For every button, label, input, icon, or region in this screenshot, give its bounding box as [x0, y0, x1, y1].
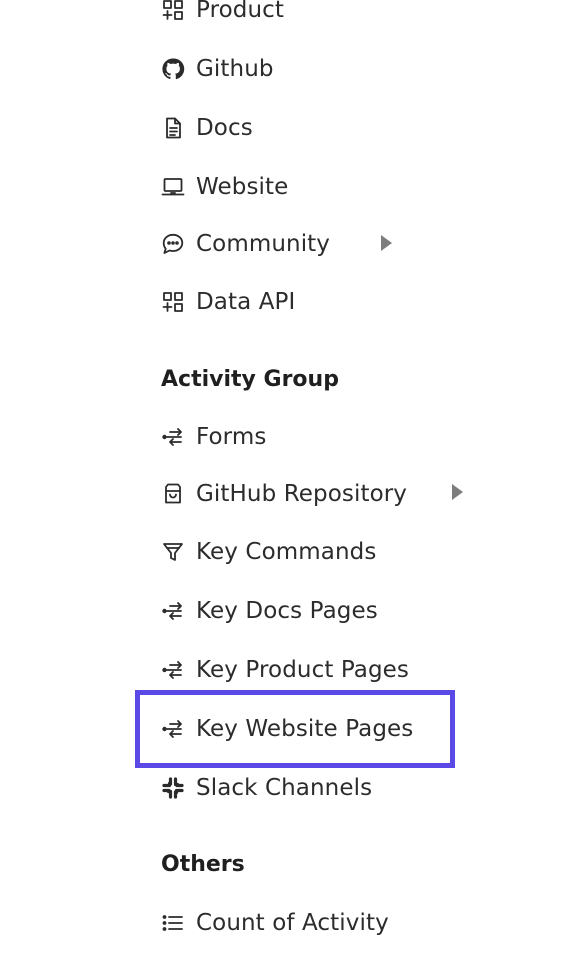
laptop-icon — [160, 174, 186, 200]
nav-item-github[interactable]: Github — [160, 49, 274, 89]
nav-item-label: GitHub Repository — [196, 481, 408, 507]
nav-item-label: Product — [196, 0, 285, 23]
archive-box-icon — [160, 481, 186, 507]
nav-item-label: Website — [196, 174, 289, 200]
nav-item-key-commands[interactable]: Key Commands — [160, 532, 376, 572]
nav-item-label: Key Commands — [196, 539, 377, 565]
nav-item-website[interactable]: Website — [160, 167, 288, 207]
nav-item-slack-channels[interactable]: Slack Channels — [160, 768, 372, 808]
nav-item-key-product-pages[interactable]: Key Product Pages — [160, 650, 409, 690]
nav-item-label: Data API — [196, 289, 296, 315]
section-heading-activity-group: Activity Group — [161, 366, 339, 392]
nav-item-count-of-activity[interactable]: Count of Activity — [160, 903, 389, 943]
nav-item-label: Key Website Pages — [196, 716, 414, 742]
nav-item-forms[interactable]: Forms — [160, 417, 266, 457]
nav-item-label: Key Product Pages — [196, 657, 410, 683]
nav-item-key-website-pages[interactable]: Key Website Pages — [160, 709, 413, 749]
nav-item-community[interactable]: Community — [160, 224, 330, 264]
nav-item-label: Key Docs Pages — [196, 598, 378, 624]
document-icon — [160, 115, 186, 141]
nav-item-label: Slack Channels — [196, 775, 373, 801]
github-icon — [160, 56, 186, 82]
nav-item-data-api[interactable]: Data API — [160, 282, 295, 322]
list-icon — [160, 910, 186, 936]
chat-bubble-icon — [160, 231, 186, 257]
section-heading-others: Others — [161, 851, 245, 877]
nav-item-label: Github — [196, 56, 274, 82]
nav-item-label: Docs — [196, 115, 253, 141]
github-repository-expand-chevron-icon[interactable] — [452, 484, 463, 500]
nav-item-github-repository[interactable]: GitHub Repository — [160, 474, 407, 514]
nav-item-docs[interactable]: Docs — [160, 108, 253, 148]
flow-arrows-icon — [160, 657, 186, 683]
nav-item-label: Count of Activity — [196, 910, 389, 936]
slack-icon — [160, 775, 186, 801]
nav-item-key-docs-pages[interactable]: Key Docs Pages — [160, 591, 378, 631]
nav-item-label: Community — [196, 231, 331, 257]
community-expand-chevron-icon[interactable] — [381, 235, 392, 251]
grid-plus-icon — [160, 289, 186, 315]
grid-plus-icon — [160, 0, 186, 23]
funnel-icon — [160, 539, 186, 565]
nav-item-product[interactable]: Product — [160, 0, 284, 30]
nav-item-label: Forms — [196, 424, 267, 450]
flow-arrows-icon — [160, 424, 186, 450]
flow-arrows-icon — [160, 716, 186, 742]
flow-arrows-icon — [160, 598, 186, 624]
